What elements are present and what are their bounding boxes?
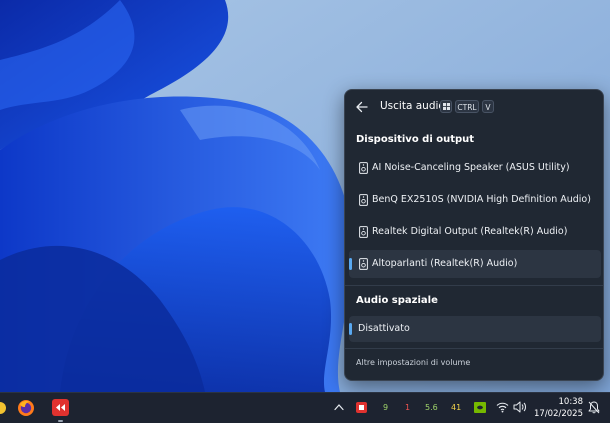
- spatial-audio-section-title: Audio spaziale: [356, 295, 438, 306]
- tray-app-icon-red[interactable]: [356, 402, 367, 413]
- firefox-icon[interactable]: [17, 399, 35, 417]
- chevron-up-icon[interactable]: [334, 403, 344, 411]
- selected-indicator: [349, 323, 352, 335]
- output-device-item-selected[interactable]: Altoparlanti (Realtek(R) Audio): [349, 250, 601, 278]
- output-device-label: Altoparlanti (Realtek(R) Audio): [372, 258, 518, 269]
- clock-date[interactable]: 17/02/2025: [534, 409, 583, 419]
- spatial-audio-value: Disattivato: [358, 323, 410, 334]
- output-device-item[interactable]: BenQ EX2510S (NVIDIA High Definition Aud…: [349, 186, 601, 214]
- volume-icon[interactable]: [513, 401, 527, 413]
- spatial-audio-option[interactable]: Disattivato: [349, 316, 601, 342]
- section-divider: [345, 348, 603, 349]
- speaker-icon: [359, 226, 368, 238]
- tray-value-4[interactable]: 41: [451, 403, 461, 412]
- tray-value-2[interactable]: 1: [405, 403, 410, 412]
- more-volume-settings-link[interactable]: Altre impostazioni di volume: [356, 358, 470, 367]
- output-device-label: AI Noise-Canceling Speaker (ASUS Utility…: [372, 162, 570, 173]
- selected-indicator: [349, 258, 352, 270]
- section-divider: [345, 285, 603, 286]
- back-arrow-icon[interactable]: [355, 100, 369, 114]
- taskbar: 9 1 5.6 41 10:38 17/02/2025: [0, 392, 610, 423]
- shortcut-key-ctrl: CTRL: [455, 100, 479, 113]
- output-device-label: BenQ EX2510S (NVIDIA High Definition Aud…: [372, 194, 591, 205]
- wifi-icon[interactable]: [496, 401, 509, 413]
- clock-time[interactable]: 10:38: [559, 397, 584, 407]
- flyout-header: Uscita audio CTRL V: [345, 90, 603, 124]
- notification-bell-icon[interactable]: [588, 401, 600, 414]
- tray-value-1[interactable]: 9: [383, 403, 388, 412]
- output-device-label: Realtek Digital Output (Realtek(R) Audio…: [372, 226, 568, 237]
- output-section-title: Dispositivo di output: [356, 134, 475, 145]
- output-device-item[interactable]: Realtek Digital Output (Realtek(R) Audio…: [349, 218, 601, 246]
- audio-output-flyout: Uscita audio CTRL V Dispositivo di outpu…: [344, 89, 604, 381]
- output-device-item[interactable]: AI Noise-Canceling Speaker (ASUS Utility…: [349, 154, 601, 182]
- flyout-title: Uscita audio: [380, 100, 445, 112]
- app-icon-red[interactable]: [52, 399, 69, 416]
- tray-value-3[interactable]: 5.6: [425, 403, 438, 412]
- speaker-icon: [359, 162, 368, 174]
- app-icon[interactable]: [0, 400, 6, 416]
- nvidia-icon[interactable]: [474, 402, 486, 413]
- shortcut-key-v: V: [482, 100, 494, 113]
- windows-key-icon: [440, 100, 452, 113]
- speaker-icon: [359, 258, 368, 270]
- speaker-icon: [359, 194, 368, 206]
